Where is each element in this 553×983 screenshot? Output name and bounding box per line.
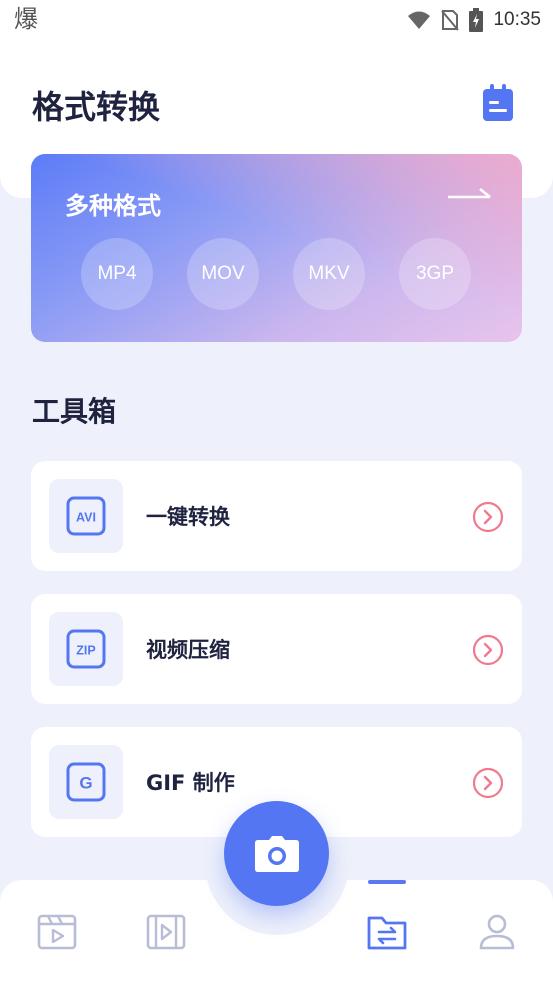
tool-label: 视频压缩 xyxy=(146,638,230,662)
gif-icon-text: G xyxy=(79,774,92,793)
format-chips: MP4 MOV MKV 3GP xyxy=(81,238,471,310)
status-icons: 10:35 xyxy=(407,6,541,34)
profile-icon[interactable] xyxy=(476,910,518,952)
format-chip[interactable]: MKV xyxy=(293,238,365,310)
zip-file-icon: ZIP xyxy=(49,612,123,686)
chevron-right-icon[interactable] xyxy=(472,767,504,799)
folder-convert-icon[interactable] xyxy=(366,910,408,952)
chevron-right-icon[interactable] xyxy=(472,634,504,666)
format-banner[interactable]: 多种格式 MP4 MOV MKV 3GP xyxy=(31,154,522,342)
film-strip-icon[interactable] xyxy=(145,910,187,952)
arrow-right-icon[interactable] xyxy=(448,186,492,202)
tool-item-compress[interactable]: ZIP 视频压缩 xyxy=(31,594,522,704)
camera-button[interactable] xyxy=(224,801,329,906)
camera-icon xyxy=(254,835,299,872)
video-player-icon[interactable] xyxy=(36,910,78,952)
avi-icon-text: AVI xyxy=(76,511,96,525)
nav-active-indicator xyxy=(368,880,406,884)
chevron-right-icon[interactable] xyxy=(472,501,504,533)
gif-icon: G xyxy=(49,745,123,819)
zip-icon-text: ZIP xyxy=(76,644,95,658)
status-bar: 爆 10:35 xyxy=(0,0,553,40)
avi-file-icon: AVI xyxy=(49,479,123,553)
battery-charging-icon xyxy=(469,8,484,32)
format-chip[interactable]: MP4 xyxy=(81,238,153,310)
no-sim-icon xyxy=(441,10,460,31)
format-chip[interactable]: 3GP xyxy=(399,238,471,310)
status-time: 10:35 xyxy=(493,9,541,30)
wifi-icon xyxy=(408,11,431,29)
page-title: 格式转换 xyxy=(32,88,161,126)
format-chip[interactable]: MOV xyxy=(187,238,259,310)
tool-label: 一键转换 xyxy=(146,505,230,529)
section-title-toolbox: 工具箱 xyxy=(32,395,117,428)
tool-item-convert[interactable]: AVI 一键转换 xyxy=(31,461,522,571)
banner-title: 多种格式 xyxy=(65,192,161,220)
calendar-icon[interactable] xyxy=(481,84,515,122)
tool-label: GIF 制作 xyxy=(146,771,235,795)
status-app-glyph: 爆 xyxy=(14,5,38,33)
